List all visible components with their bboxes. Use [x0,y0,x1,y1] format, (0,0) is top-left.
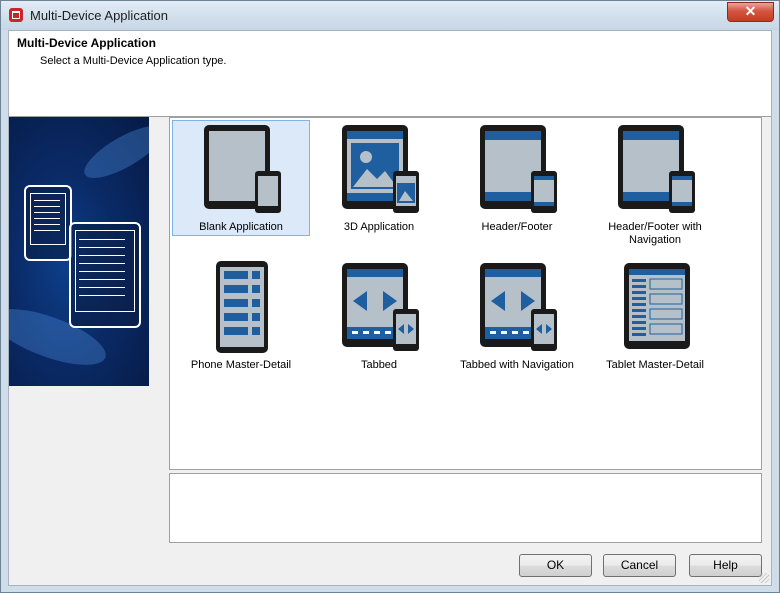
template-label: Tabbed with Navigation [460,359,574,371]
template-header-footer-navigation[interactable]: Header/Footer with Navigation [586,120,724,246]
header-footer-icon [480,125,557,213]
help-button[interactable]: Help [689,554,762,577]
wizard-header: Multi-Device Application Select a Multi-… [9,31,771,117]
template-blank-application[interactable]: Blank Application [172,120,310,236]
close-icon: ✕ [744,3,757,19]
wizard-side-image [9,117,149,386]
cancel-button[interactable]: Cancel [603,554,676,577]
header-title: Multi-Device Application [17,36,156,50]
template-label: 3D Application [343,221,415,233]
template-label: Blank Application [199,221,283,233]
header-footer-navigation-icon [618,125,695,213]
dialog-client: Multi-Device Application Select a Multi-… [8,30,772,586]
template-label: Tablet Master-Detail [606,359,704,371]
tabbed-icon [342,263,419,351]
template-label: Header/Footer with Navigation [608,221,702,246]
template-list: Blank Application 3D Application Header/… [169,117,762,470]
title-bar[interactable]: Multi-Device Application ✕ [1,1,779,30]
dialog-window: Multi-Device Application ✕ Multi-Device … [0,0,780,593]
description-panel [169,473,762,543]
header-subtitle: Select a Multi-Device Application type. [40,55,227,67]
template-label: Tabbed [360,359,398,371]
app-logo-icon [9,8,23,22]
3d-application-icon [342,125,419,213]
template-tabbed[interactable]: Tabbed [310,258,448,374]
template-label: Header/Footer [481,221,553,233]
template-label: Phone Master-Detail [190,359,292,371]
window-title: Multi-Device Application [30,8,169,23]
phone-master-detail-icon [216,261,268,353]
tablet-master-detail-icon [624,263,690,349]
template-tablet-master-detail[interactable]: Tablet Master-Detail [586,258,724,374]
phone-illustration-icon [24,185,72,261]
template-phone-master-detail[interactable]: Phone Master-Detail [172,258,310,374]
resize-grip-icon[interactable] [759,573,769,583]
close-button[interactable]: ✕ [727,2,774,22]
tabbed-navigation-icon [480,263,557,351]
template-tabbed-navigation[interactable]: Tabbed with Navigation [448,258,586,374]
blank-application-icon [204,125,281,213]
tablet-illustration-icon [69,222,141,328]
template-3d-application[interactable]: 3D Application [310,120,448,236]
template-header-footer[interactable]: Header/Footer [448,120,586,236]
ok-button[interactable]: OK [519,554,592,577]
